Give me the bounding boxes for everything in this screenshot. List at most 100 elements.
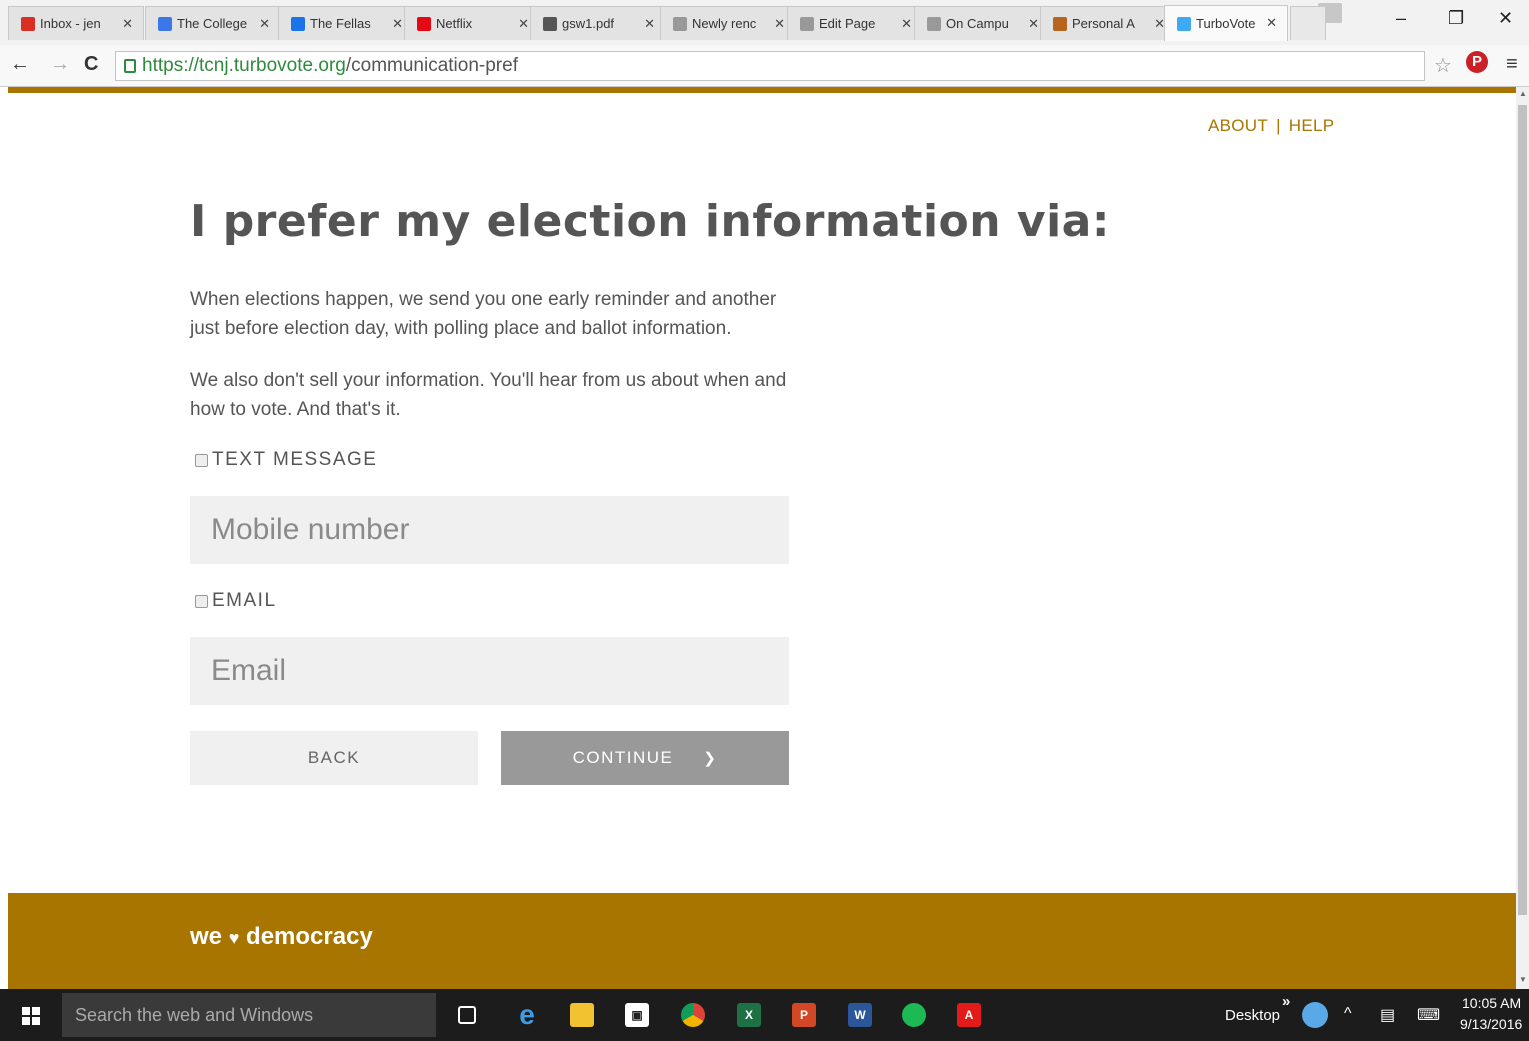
tab-close-icon[interactable]: ✕ xyxy=(774,16,785,32)
page-icon xyxy=(673,16,687,31)
tab-close-icon[interactable]: ✕ xyxy=(901,16,912,32)
browser-tab[interactable]: Edit Page ✕ xyxy=(787,6,923,40)
continue-button-label: CONTINUE xyxy=(572,748,674,767)
toolbar-chevron[interactable]: » xyxy=(1282,993,1290,1010)
network-globe-icon[interactable] xyxy=(1302,1002,1328,1028)
browser-tab[interactable]: TurboVote ✕ xyxy=(1164,5,1288,41)
tab-close-icon[interactable]: ✕ xyxy=(1028,16,1039,32)
scroll-thumb[interactable] xyxy=(1518,105,1527,915)
nav-separator: | xyxy=(1276,116,1281,135)
excel-icon[interactable]: X xyxy=(737,1003,761,1027)
new-tab-button[interactable] xyxy=(1290,6,1326,40)
tab-title: Edit Page xyxy=(819,16,876,31)
acrobat-icon[interactable]: A xyxy=(957,1003,981,1027)
gmail-icon xyxy=(21,16,35,31)
page-icon xyxy=(927,16,941,31)
circle-icon xyxy=(291,16,305,31)
notification-icon[interactable]: ▤ xyxy=(1380,1005,1395,1025)
store-icon[interactable]: ▣ xyxy=(625,1003,649,1027)
tab-close-icon[interactable]: ✕ xyxy=(1266,15,1277,31)
tab-close-icon[interactable]: ✕ xyxy=(392,16,403,32)
tab-title: On Campu xyxy=(946,16,1009,31)
word-icon[interactable]: W xyxy=(848,1003,872,1027)
tab-title: TurboVote xyxy=(1196,16,1256,31)
tab-close-icon[interactable]: ✕ xyxy=(518,16,529,32)
browser-toolbar: ← → C https://tcnj.turbovote.org/communi… xyxy=(0,45,1529,87)
chevron-right-icon: ❯ xyxy=(703,750,718,767)
tab-title: The Fellas xyxy=(310,16,371,31)
page-title: I prefer my election information via: xyxy=(190,196,1110,247)
edge-icon[interactable]: e xyxy=(515,999,539,1030)
tab-title: The College xyxy=(177,16,248,31)
scroll-down-icon[interactable]: ▼ xyxy=(1519,975,1527,984)
help-link[interactable]: HELP xyxy=(1289,116,1335,135)
reload-icon[interactable]: C xyxy=(84,53,98,76)
top-nav: ABOUT | HELP xyxy=(1208,116,1334,136)
email-checkbox[interactable] xyxy=(195,594,208,608)
url-path: /communication-pref xyxy=(345,55,518,76)
tab-close-icon[interactable]: ✕ xyxy=(259,16,270,32)
clock-time[interactable]: 10:05 AM xyxy=(1462,995,1521,1011)
task-view-icon[interactable] xyxy=(458,1006,476,1024)
chrome-icon[interactable] xyxy=(681,1003,705,1027)
tab-title: Inbox - jen xyxy=(40,16,101,31)
text-message-option[interactable]: TEXT MESSAGE xyxy=(195,449,377,471)
taskbar-search-input[interactable]: Search the web and Windows xyxy=(62,993,436,1037)
heart-icon: ♥ xyxy=(228,928,240,948)
sheet-icon xyxy=(543,16,557,31)
tab-close-icon[interactable]: ✕ xyxy=(644,16,655,32)
forward-arrow-icon[interactable]: → xyxy=(50,53,70,76)
browser-tab[interactable]: The College ✕ xyxy=(145,6,281,40)
file-explorer-icon[interactable] xyxy=(570,1003,594,1027)
desktop-toolbar-label[interactable]: Desktop xyxy=(1225,1007,1280,1024)
browser-tab[interactable]: On Campu ✕ xyxy=(914,6,1050,40)
intro-paragraph: When elections happen, we send you one e… xyxy=(190,289,777,339)
tab-title: Netflix xyxy=(436,16,473,31)
email-option[interactable]: EMAIL xyxy=(195,590,277,612)
address-bar[interactable]: https://tcnj.turbovote.org/communication… xyxy=(115,51,1425,81)
mobile-number-input[interactable] xyxy=(190,496,789,564)
tab-title: Personal A xyxy=(1072,16,1135,31)
browser-tab[interactable]: Newly renc ✕ xyxy=(660,6,796,40)
close-window-icon[interactable]: ✕ xyxy=(1498,8,1513,29)
lock-icon xyxy=(124,59,136,73)
minimize-icon[interactable]: – xyxy=(1396,8,1406,29)
browser-tab[interactable]: The Fellas ✕ xyxy=(278,6,414,40)
heart-icon xyxy=(1177,16,1191,31)
page-icon xyxy=(800,16,814,31)
browser-tab[interactable]: Netflix ✕ xyxy=(404,6,540,40)
tab-close-icon[interactable]: ✕ xyxy=(122,16,133,32)
windows-taskbar: Search the web and Windows e ▣ X P W A D… xyxy=(0,989,1529,1041)
chevron-up-icon[interactable]: ^ xyxy=(1344,1005,1352,1023)
bookmark-star-icon[interactable]: ☆ xyxy=(1434,53,1452,78)
clock-date[interactable]: 9/13/2016 xyxy=(1460,1016,1522,1032)
back-arrow-icon[interactable]: ← xyxy=(10,53,30,76)
spotify-icon[interactable] xyxy=(902,1003,926,1027)
menu-icon[interactable]: ≡ xyxy=(1506,53,1518,76)
browser-tab[interactable]: Inbox - jen ✕ xyxy=(8,6,144,40)
text-message-label: TEXT MESSAGE xyxy=(212,449,378,470)
browser-tab[interactable]: Personal A ✕ xyxy=(1040,6,1176,40)
tab-title: Newly renc xyxy=(692,16,757,31)
netflix-icon xyxy=(417,16,431,31)
email-input[interactable] xyxy=(190,637,789,705)
restore-icon[interactable]: ❐ xyxy=(1448,8,1464,29)
pinterest-icon[interactable]: P xyxy=(1466,51,1488,73)
calendar-icon xyxy=(158,16,172,31)
privacy-paragraph: We also don't sell your information. You… xyxy=(190,370,787,420)
keyboard-icon[interactable]: ⌨ xyxy=(1417,1005,1440,1025)
back-button-label: BACK xyxy=(307,748,361,767)
footer-brand: we ♥ democracy xyxy=(190,923,373,951)
text-message-checkbox[interactable] xyxy=(195,453,208,467)
brand-we: we xyxy=(190,923,223,950)
page-scrollbar[interactable]: ▲ ▼ xyxy=(1516,87,1529,989)
browser-tab[interactable]: gsw1.pdf ✕ xyxy=(530,6,666,40)
windows-start-icon[interactable] xyxy=(22,1007,40,1025)
browser-tab-bar: – ❐ ✕ Inbox - jen ✕ The College ✕ The Fellas… xyxy=(0,0,1529,45)
scroll-up-icon[interactable]: ▲ xyxy=(1519,89,1527,98)
about-link[interactable]: ABOUT xyxy=(1208,116,1268,135)
back-button[interactable]: BACK xyxy=(190,731,478,785)
header-rule xyxy=(8,87,1516,93)
powerpoint-icon[interactable]: P xyxy=(792,1003,816,1027)
continue-button[interactable]: CONTINUE ❯ xyxy=(501,731,789,785)
